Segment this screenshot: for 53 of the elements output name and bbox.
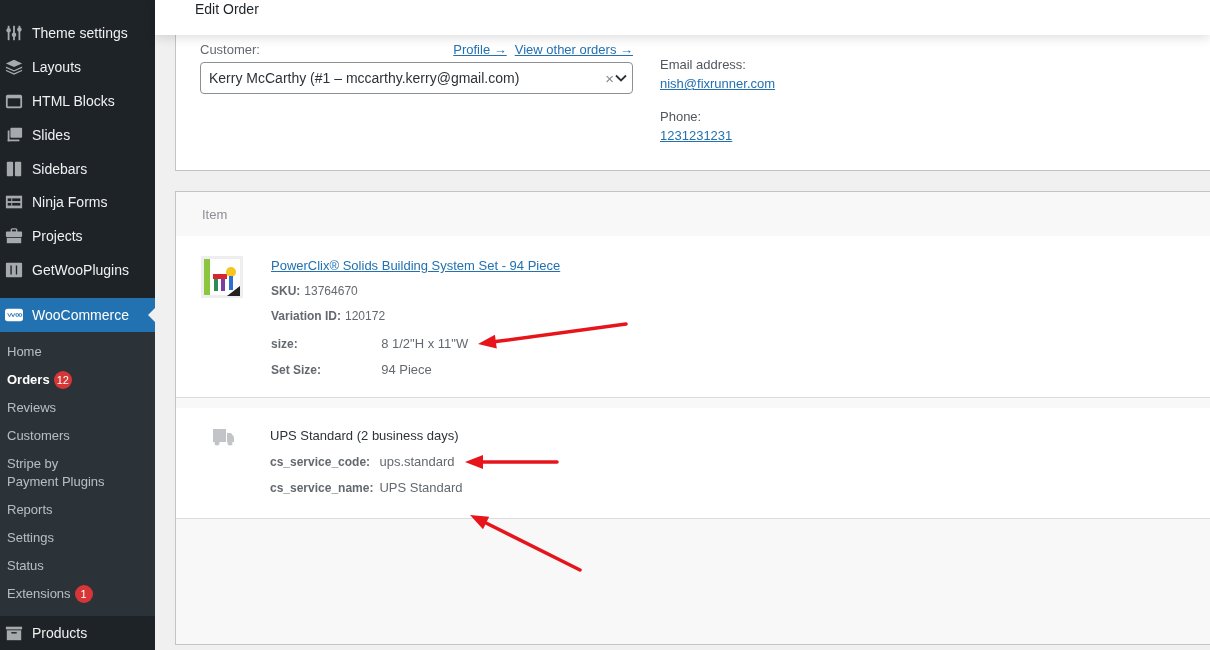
- meta-value: 8 1/2"H x 11"W: [381, 336, 469, 351]
- meta-label: cs_service_code:: [270, 455, 371, 469]
- submenu-item[interactable]: Reviews: [7, 399, 57, 418]
- meta-value: 94 Piece: [381, 362, 432, 377]
- page-title: Edit Order: [195, 0, 259, 18]
- layers-icon: [5, 57, 23, 76]
- submenu-item[interactable]: Extensions: [7, 585, 71, 604]
- meta-value: ups.standard: [379, 454, 455, 469]
- slides-icon: [5, 125, 23, 144]
- field-label: Phone:: [660, 108, 703, 126]
- count-badge: 12: [53, 371, 72, 390]
- contact-link[interactable]: nish@fixrunner.com: [660, 76, 776, 91]
- sidebar-item[interactable]: Ninja Forms: [0, 185, 155, 220]
- briefcase-icon: [5, 227, 23, 246]
- sidebar-item[interactable]: Sidebars: [0, 151, 155, 186]
- sidebar-item[interactable]: WooCommerce: [0, 298, 155, 333]
- link[interactable]: View other orders →: [514, 41, 633, 59]
- submenu-item[interactable]: Stripe by Payment Plugins: [7, 455, 105, 492]
- submenu-item[interactable]: Orders: [7, 371, 50, 390]
- plugin-icon: [5, 261, 23, 280]
- submenu-item[interactable]: Reports: [7, 501, 53, 520]
- submenu-item[interactable]: Settings: [7, 529, 54, 548]
- sidebar-item[interactable]: HTML Blocks: [0, 83, 155, 118]
- truck-icon: [213, 429, 234, 446]
- columns-icon: [5, 159, 23, 178]
- field-label: Email address:: [660, 56, 747, 74]
- shipping-method: UPS Standard (2 business days): [270, 427, 460, 445]
- column-header: Item: [202, 206, 228, 222]
- link[interactable]: Profile →: [453, 41, 507, 59]
- count-badge: 1: [74, 585, 93, 604]
- sidebar-item[interactable]: Products: [0, 616, 155, 650]
- submenu-item[interactable]: Home: [7, 343, 42, 362]
- field-label: Customer:: [200, 41, 260, 59]
- contact-link[interactable]: 1231231231: [660, 128, 733, 143]
- customer-select[interactable]: Kerry McCarthy (#1 – mccarthy.kerry@gmail.com) ×: [200, 62, 633, 94]
- sidebar-item[interactable]: GetWooPlugins: [0, 253, 155, 288]
- sliders-icon: [5, 23, 23, 42]
- meta-value: 120172: [345, 308, 386, 325]
- sidebar-item[interactable]: Slides: [0, 117, 155, 152]
- meta-label: Set Size:: [271, 363, 321, 377]
- meta-value: UPS Standard: [379, 480, 463, 495]
- submenu-item[interactable]: Status: [7, 557, 44, 576]
- meta-label: Variation ID:: [271, 308, 341, 325]
- sidebar-item[interactable]: Projects: [0, 219, 155, 254]
- product-link[interactable]: PowerClix® Solids Building System Set - 94 Piece: [271, 256, 561, 276]
- meta-value: 13764670: [304, 283, 358, 300]
- meta-label: size:: [271, 337, 298, 351]
- archive-icon: [5, 624, 23, 643]
- meta-label: cs_service_name:: [270, 481, 374, 495]
- sidebar-item[interactable]: Layouts: [0, 49, 155, 84]
- sidebar-item[interactable]: Theme settings: [0, 16, 155, 50]
- meta-label: SKU:: [271, 283, 301, 300]
- submenu-item[interactable]: Customers: [7, 427, 70, 446]
